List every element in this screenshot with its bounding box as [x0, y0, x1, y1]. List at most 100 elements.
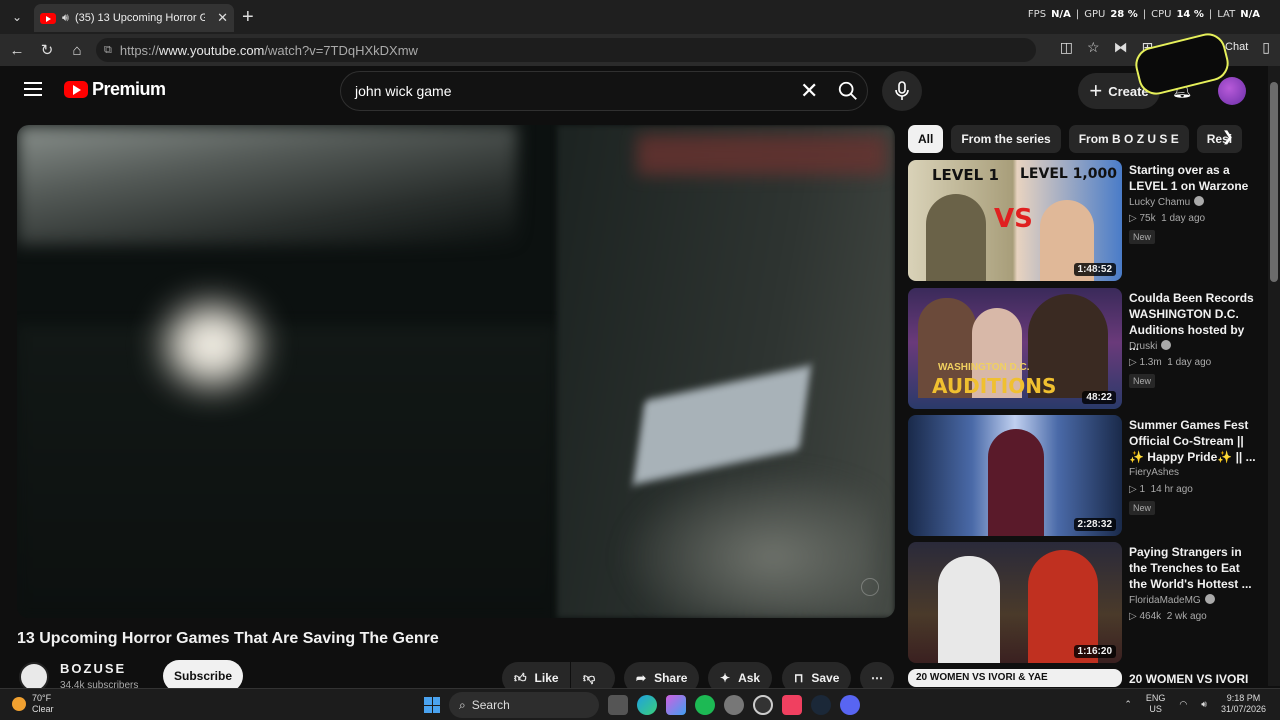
volume-icon[interactable]: 🔊︎	[1201, 699, 1207, 710]
video-duration: 1:48:52	[1073, 263, 1116, 276]
url-prefix: https://	[119, 42, 159, 58]
video-thumbnail[interactable]: 1:16:20	[908, 542, 1122, 663]
recommendation-item[interactable]: LEVEL 1 LEVEL 1,000 VS 1:48:52 Starting …	[908, 160, 1268, 282]
search-input[interactable]: john wick game	[340, 71, 868, 111]
browser-tab[interactable]: 🔊︎ (35) 13 Upcoming Horror Games That Ar…	[34, 4, 234, 32]
language-indicator[interactable]: ENG US	[1146, 693, 1166, 715]
video-duration: 1:16:20	[1073, 645, 1116, 658]
recommendation-channel[interactable]: FloridaMadeMG	[1129, 594, 1215, 606]
tab-list-chevron-icon[interactable]: ⌄	[6, 6, 28, 28]
thumb-washington-text: WASHINGTON D.C.	[938, 362, 1030, 373]
recommendation-item[interactable]: WASHINGTON D.C. AUDITIONS 48:22 Coulda B…	[908, 288, 1268, 410]
youtube-logo[interactable]: Premium	[64, 79, 166, 100]
scrollbar-thumb[interactable]	[1270, 82, 1278, 282]
video-player[interactable]	[17, 125, 895, 618]
spotify-icon[interactable]	[695, 695, 715, 715]
video-thumbnail[interactable]: LEVEL 1 LEVEL 1,000 VS 1:48:52	[908, 160, 1122, 281]
chip-from-channel[interactable]: From B O Z U S E	[1068, 125, 1189, 153]
search-button[interactable]	[830, 74, 866, 108]
chip-from-series[interactable]: From the series	[951, 125, 1061, 153]
chat-button[interactable]: Chat	[1225, 41, 1248, 53]
sidebar-icon[interactable]: ▯	[1262, 39, 1270, 56]
thumb-level-1-text: LEVEL 1	[932, 166, 999, 184]
taskbar-apps: ⌕ Search	[424, 692, 860, 718]
site-info-icon[interactable]: ⧉	[104, 44, 112, 57]
recording-app-icon[interactable]	[753, 695, 773, 715]
chip-all[interactable]: All	[908, 125, 944, 153]
user-avatar[interactable]	[1218, 77, 1246, 105]
new-tab-plus-icon[interactable]: +	[242, 6, 254, 28]
settings-gear-icon[interactable]	[724, 695, 744, 715]
video-thumbnail[interactable]: 20 WOMEN VS IVORI & YAE	[908, 669, 1122, 687]
verified-check-icon	[1194, 196, 1205, 206]
channel-name[interactable]: BOZUSE	[60, 661, 126, 676]
copilot-icon[interactable]	[666, 695, 686, 715]
menu-hamburger-icon[interactable]	[24, 82, 42, 96]
recommendation-channel[interactable]: Druski	[1129, 340, 1172, 352]
recommendation-title[interactable]: 20 WOMEN VS IVORI & ...	[1129, 671, 1257, 687]
recommendation-channel[interactable]: FieryAshes	[1129, 467, 1179, 478]
system-tray: ⌃ ENG US ◠ 🔊︎ 9:18 PM 31/07/2026	[1124, 693, 1266, 715]
page-scrollbar[interactable]	[1268, 66, 1280, 686]
browser-tab-bar: ⌄ 🔊︎ (35) 13 Upcoming Horror Games That …	[0, 0, 1280, 34]
video-thumbnail[interactable]: 2:28:32	[908, 415, 1122, 536]
thumb-level-1000-text: LEVEL 1,000	[1020, 166, 1117, 182]
address-bar[interactable]: ⧉ https://www.youtube.com/watch?v=7TDqHX…	[96, 38, 1036, 62]
url-domain: www.youtube.com	[158, 42, 265, 58]
chip-resi[interactable]: Resi	[1196, 125, 1243, 153]
microphone-icon	[895, 81, 909, 100]
recommendation-title[interactable]: Summer Games Fest Official Co-Stream || …	[1129, 417, 1257, 465]
cpu-label: CPU	[1151, 9, 1172, 20]
youtube-play-logo-icon	[64, 81, 88, 98]
tray-chevron-icon[interactable]: ⌃	[1124, 699, 1132, 710]
search-icon: ⌕	[459, 697, 466, 712]
chips-next-chevron-icon[interactable]: ❯	[1222, 128, 1234, 145]
verified-check-icon	[1204, 594, 1215, 604]
windows-start-icon[interactable]	[424, 697, 440, 713]
discord-icon[interactable]	[840, 695, 860, 715]
recommendation-title[interactable]: Paying Strangers in the Trenches to Eat …	[1129, 544, 1257, 592]
logo-premium-text: Premium	[92, 79, 166, 99]
home-icon[interactable]: ⌂	[62, 35, 92, 65]
video-thumbnail[interactable]: WASHINGTON D.C. AUDITIONS 48:22	[908, 288, 1122, 409]
recommendation-channel[interactable]: Lucky Chamu	[1129, 196, 1205, 208]
sparkle-icon: ✦	[720, 671, 731, 685]
weather-widget[interactable]: 70°F Clear	[12, 693, 54, 715]
recommendation-item[interactable]: 2:28:32 Summer Games Fest Official Co-St…	[908, 415, 1268, 537]
recommendation-chips: All From the series From B O Z U S E Res…	[908, 125, 1243, 153]
refresh-icon[interactable]: ↻	[32, 35, 62, 65]
new-badge: New	[1129, 230, 1156, 244]
voice-search-button[interactable]	[882, 71, 922, 111]
lat-label: LAT	[1217, 9, 1236, 20]
tab-close-icon[interactable]: ✕	[217, 10, 228, 26]
music-app-icon[interactable]	[782, 695, 802, 715]
bookmark-icon: ⊓	[794, 671, 804, 685]
windows-taskbar: 70°F Clear ⌕ Search ⌃ ENG US ◠ 🔊︎ 9:18 PM 31…	[0, 688, 1280, 720]
recommendation-item[interactable]: 1:16:20 Paying Strangers in the Trenches…	[908, 542, 1268, 664]
edge-browser-icon[interactable]	[637, 695, 657, 715]
cpu-value: 14 %	[1176, 9, 1204, 20]
recommendation-item[interactable]: 20 WOMEN VS IVORI & YAE 20 WOMEN VS IVOR…	[908, 669, 1268, 687]
search-icon	[838, 81, 857, 100]
recommendation-title[interactable]: Starting over as a LEVEL 1 on Warzone	[1129, 162, 1257, 194]
ask-label: Ask	[738, 671, 761, 685]
favorite-star-icon[interactable]: ☆	[1087, 39, 1100, 56]
task-view-icon[interactable]	[608, 695, 628, 715]
clock[interactable]: 9:18 PM 31/07/2026	[1221, 693, 1266, 715]
taskbar-search-label: Search	[471, 698, 510, 712]
youtube-favicon-icon	[40, 12, 56, 24]
speaker-icon[interactable]: 🔊︎	[62, 12, 69, 25]
recommendation-meta: ▷ 1 14 hr ago	[1129, 484, 1193, 495]
video-title: 13 Upcoming Horror Games That Are Saving…	[17, 630, 439, 647]
gpu-value: 28 %	[1110, 9, 1138, 20]
clear-search-icon[interactable]: ✕	[800, 78, 818, 104]
back-arrow-icon[interactable]: ←	[2, 35, 32, 65]
thumb-auditions-text: AUDITIONS	[932, 374, 1057, 398]
recommendation-meta: ▷ 464k 2 wk ago	[1129, 611, 1207, 622]
split-screen-icon[interactable]: ◫	[1060, 39, 1073, 56]
wifi-icon[interactable]: ◠	[1179, 699, 1187, 710]
taskbar-search[interactable]: ⌕ Search	[449, 692, 599, 718]
steam-icon[interactable]	[811, 695, 831, 715]
url-path: /watch?v=7TDqHXkDXmw	[264, 42, 418, 58]
extensions-icon[interactable]: ⧓	[1114, 39, 1128, 56]
